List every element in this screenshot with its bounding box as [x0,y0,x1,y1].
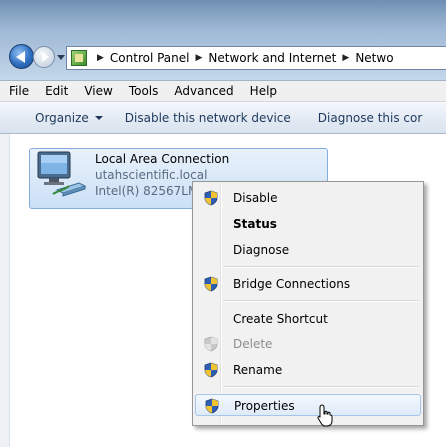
menu-item-rename[interactable]: Rename [195,359,421,381]
uac-shield-icon [204,336,218,352]
back-button[interactable] [9,44,34,69]
context-menu: Disable Status Diagnose Bridge Connectio… [192,181,424,426]
breadcrumb-chevron-icon[interactable]: ▶ [196,53,203,63]
command-bar: Organize Disable this network device Dia… [0,102,446,134]
uac-shield-icon [204,190,218,206]
menu-file[interactable]: File [0,84,37,98]
menu-separator [223,300,419,302]
disable-network-device-button[interactable]: Disable this network device [125,111,291,125]
mouse-pointer-icon [317,404,333,427]
menu-edit[interactable]: Edit [37,84,76,98]
network-connection-icon [37,151,87,197]
breadcrumb-network-connections[interactable]: Netwo [355,51,393,65]
forward-arrow-icon [42,52,49,62]
connection-name: Local Area Connection [95,152,230,166]
uac-shield-icon [204,276,218,292]
breadcrumb-network-and-internet[interactable]: Network and Internet [208,51,336,65]
menu-view[interactable]: View [76,84,120,98]
forward-button[interactable] [33,46,55,68]
uac-shield-icon [204,362,218,378]
menu-item-create-shortcut[interactable]: Create Shortcut [195,308,421,330]
address-bar[interactable]: ▶ Control Panel ▶ Network and Internet ▶… [66,46,446,70]
menu-item-diagnose[interactable]: Diagnose [195,239,421,261]
menu-separator [223,386,419,388]
menu-item-delete: Delete [195,333,421,355]
uac-shield-icon [205,398,219,414]
menu-help[interactable]: Help [242,84,285,98]
menu-item-properties[interactable]: Properties [195,394,421,416]
menu-item-label: Diagnose [233,243,290,257]
diagnose-connection-button[interactable]: Diagnose this cor [318,111,423,125]
control-panel-icon [71,50,87,66]
menu-item-bridge-connections[interactable]: Bridge Connections [195,273,421,295]
menu-item-status[interactable]: Status [195,213,421,235]
recent-pages-dropdown[interactable] [57,55,65,60]
organize-button[interactable]: Organize [35,111,103,125]
connection-adapter: Intel(R) 82567LM [95,184,199,198]
breadcrumb-control-panel[interactable]: Control Panel [110,51,190,65]
menu-item-label: Disable [233,191,278,205]
breadcrumb-chevron-icon[interactable]: ▶ [342,53,349,63]
pane-left-edge [0,134,10,447]
menu-item-label: Create Shortcut [233,312,328,326]
menu-item-label: Bridge Connections [233,277,351,291]
menu-advanced[interactable]: Advanced [166,84,241,98]
menu-bar: File Edit View Tools Advanced Help [0,80,446,102]
menu-item-label: Status [233,217,277,231]
chevron-down-icon [94,115,103,120]
menu-item-label: Delete [233,337,273,351]
back-arrow-icon [16,51,25,63]
connection-network: utahscientific.local [95,168,208,182]
menu-separator [223,266,419,268]
menu-item-disable[interactable]: Disable [195,187,421,209]
menu-item-label: Properties [234,399,295,413]
breadcrumb-chevron-icon[interactable]: ▶ [97,53,104,63]
organize-label: Organize [35,110,89,125]
menu-tools[interactable]: Tools [121,84,167,98]
menu-item-label: Rename [233,363,283,377]
